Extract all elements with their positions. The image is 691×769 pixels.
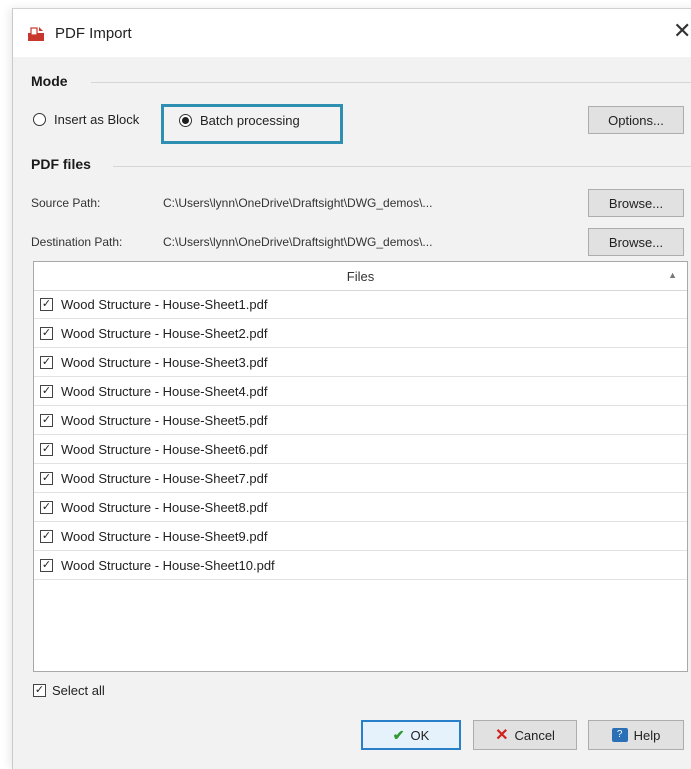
checkbox-checked[interactable]: ✓ bbox=[40, 384, 53, 398]
cancel-x-icon: ✕ bbox=[495, 727, 509, 744]
radio-batch-processing[interactable]: Batch processing bbox=[179, 113, 300, 128]
radio-insert-as-block-label: Insert as Block bbox=[54, 112, 140, 127]
select-all-checkbox[interactable]: ✓ Select all bbox=[33, 683, 105, 698]
source-path-value: C:\Users\lynn\OneDrive\Draftsight\DWG_de… bbox=[163, 196, 433, 210]
radio-insert-as-block[interactable]: Insert as Block bbox=[33, 112, 139, 127]
source-path-label: Source Path: bbox=[31, 196, 101, 210]
checkbox-checked[interactable]: ✓ bbox=[40, 442, 53, 456]
window-title: PDF Import bbox=[55, 25, 132, 42]
pdf-files-label: PDF files bbox=[31, 156, 91, 172]
pdf-files-divider bbox=[113, 166, 691, 167]
cancel-label: Cancel bbox=[514, 727, 555, 743]
help-button[interactable]: ? Help bbox=[588, 720, 684, 750]
options-button[interactable]: Options... bbox=[588, 106, 684, 134]
pdf-import-dialog: PDF Import ✕ Mode Insert as Block Batch … bbox=[12, 8, 691, 769]
file-name: Wood Structure - House-Sheet5.pdf bbox=[61, 412, 268, 428]
file-row[interactable]: ✓ Wood Structure - House-Sheet8.pdf bbox=[34, 493, 687, 522]
checkbox-checked[interactable]: ✓ bbox=[33, 684, 46, 697]
ok-button[interactable]: ✔ OK bbox=[361, 720, 461, 750]
browse-destination-button[interactable]: Browse... bbox=[588, 228, 684, 256]
radio-batch-processing-label: Batch processing bbox=[200, 113, 300, 128]
file-row[interactable]: ✓ Wood Structure - House-Sheet3.pdf bbox=[34, 348, 687, 377]
title-bar: PDF Import ✕ bbox=[13, 9, 691, 57]
sort-ascending-icon[interactable]: ▲ bbox=[668, 270, 677, 280]
file-row[interactable]: ✓ Wood Structure - House-Sheet7.pdf bbox=[34, 464, 687, 493]
select-all-label: Select all bbox=[52, 683, 105, 698]
mode-label: Mode bbox=[31, 73, 68, 89]
checkbox-checked[interactable]: ✓ bbox=[40, 529, 53, 543]
file-row[interactable]: ✓ Wood Structure - House-Sheet5.pdf bbox=[34, 406, 687, 435]
destination-path-value: C:\Users\lynn\OneDrive\Draftsight\DWG_de… bbox=[163, 235, 433, 249]
help-label: Help bbox=[633, 727, 661, 743]
file-row[interactable]: ✓ Wood Structure - House-Sheet2.pdf bbox=[34, 319, 687, 348]
file-name: Wood Structure - House-Sheet1.pdf bbox=[61, 296, 268, 312]
destination-path-label: Destination Path: bbox=[31, 235, 123, 249]
checkbox-checked[interactable]: ✓ bbox=[40, 326, 53, 340]
file-name: Wood Structure - House-Sheet7.pdf bbox=[61, 470, 268, 486]
radio-circle-selected[interactable] bbox=[179, 114, 192, 127]
file-name: Wood Structure - House-Sheet10.pdf bbox=[61, 557, 275, 573]
files-header-label: Files bbox=[346, 268, 375, 284]
checkmark-icon: ✔ bbox=[392, 726, 405, 743]
radio-circle[interactable] bbox=[33, 113, 46, 126]
checkbox-checked[interactable]: ✓ bbox=[40, 500, 53, 514]
file-name: Wood Structure - House-Sheet2.pdf bbox=[61, 325, 268, 341]
ok-label: OK bbox=[410, 727, 430, 743]
file-name: Wood Structure - House-Sheet6.pdf bbox=[61, 441, 268, 457]
checkbox-checked[interactable]: ✓ bbox=[40, 297, 53, 311]
file-row[interactable]: ✓ Wood Structure - House-Sheet10.pdf bbox=[34, 551, 687, 580]
files-column-header[interactable]: Files ▲ bbox=[34, 262, 687, 291]
mode-divider bbox=[91, 82, 691, 83]
close-icon[interactable]: ✕ bbox=[673, 20, 691, 42]
checkbox-checked[interactable]: ✓ bbox=[40, 558, 53, 572]
file-name: Wood Structure - House-Sheet9.pdf bbox=[61, 528, 268, 544]
checkbox-checked[interactable]: ✓ bbox=[40, 355, 53, 369]
checkbox-checked[interactable]: ✓ bbox=[40, 413, 53, 427]
pdf-import-icon bbox=[28, 27, 44, 41]
file-row[interactable]: ✓ Wood Structure - House-Sheet1.pdf bbox=[34, 290, 687, 319]
file-name: Wood Structure - House-Sheet3.pdf bbox=[61, 354, 268, 370]
file-row[interactable]: ✓ Wood Structure - House-Sheet6.pdf bbox=[34, 435, 687, 464]
file-row[interactable]: ✓ Wood Structure - House-Sheet4.pdf bbox=[34, 377, 687, 406]
cancel-button[interactable]: ✕ Cancel bbox=[473, 720, 577, 750]
file-row[interactable]: ✓ Wood Structure - House-Sheet9.pdf bbox=[34, 522, 687, 551]
file-name: Wood Structure - House-Sheet4.pdf bbox=[61, 383, 268, 399]
checkbox-checked[interactable]: ✓ bbox=[40, 471, 53, 485]
file-name: Wood Structure - House-Sheet8.pdf bbox=[61, 499, 268, 515]
files-list[interactable]: Files ▲ ✓ Wood Structure - House-Sheet1.… bbox=[33, 261, 688, 672]
help-icon: ? bbox=[611, 728, 628, 742]
browse-source-button[interactable]: Browse... bbox=[588, 189, 684, 217]
